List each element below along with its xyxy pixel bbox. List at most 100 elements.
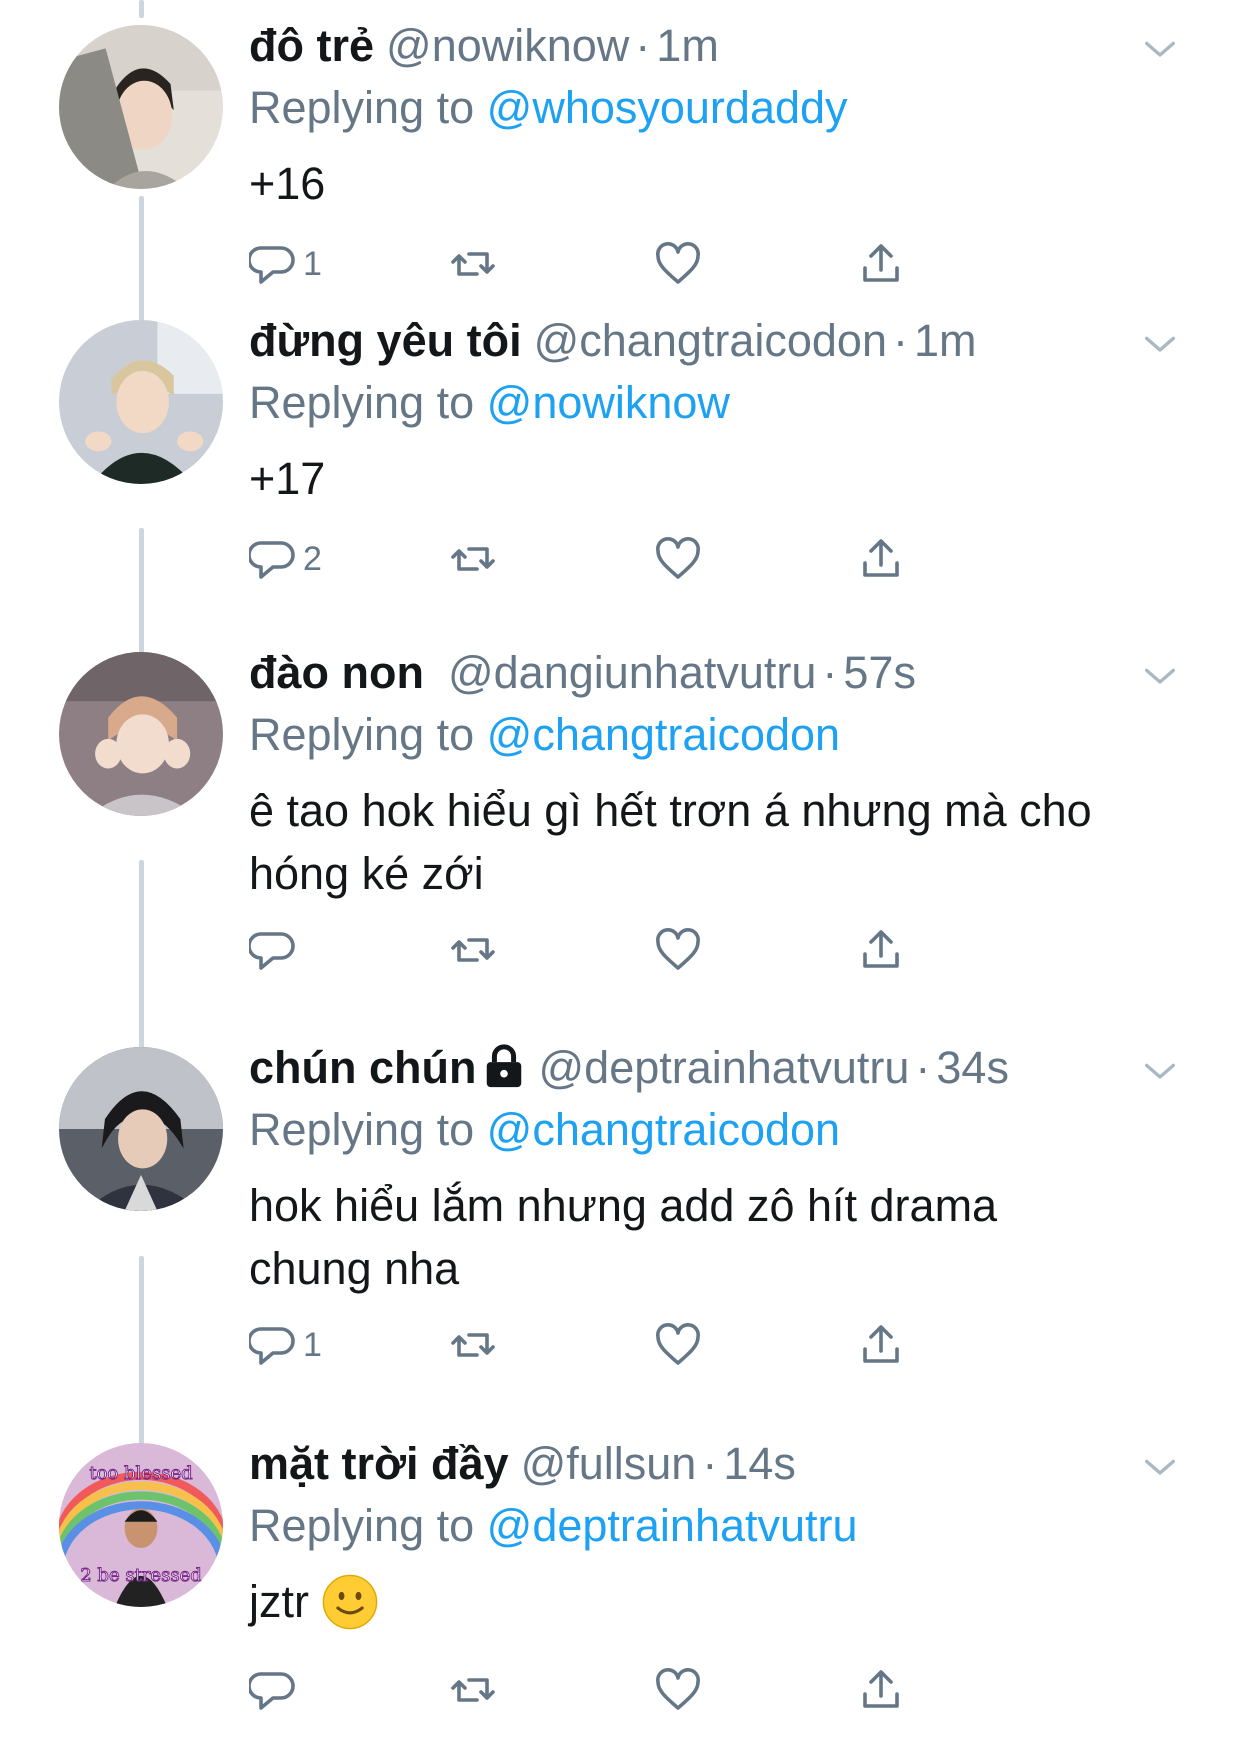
replying-to: Replying to @changtraicodon	[249, 703, 1149, 767]
share-icon	[863, 1325, 899, 1363]
replying-to-label: Replying to	[249, 709, 487, 760]
retweet-icon	[451, 938, 495, 962]
timestamp[interactable]: 57s	[843, 647, 916, 698]
share-button[interactable]	[857, 920, 905, 980]
display-name[interactable]: chún chún	[249, 1042, 476, 1093]
timestamp[interactable]: 1m	[656, 20, 719, 71]
like-button[interactable]	[654, 529, 702, 589]
tweet-text-line: ê tao hok hiểu gì hết trơn á nhưng mà ch…	[249, 785, 1092, 836]
tweet-text: +16	[249, 158, 326, 209]
user-handle[interactable]: @deptrainhatvutru	[538, 1042, 909, 1093]
avatar-photo: too blessed 2 be stressed	[59, 1443, 223, 1607]
tweet[interactable]: đô trẻ @nowiknow · 1m Replying to @whosyour…	[0, 0, 1242, 335]
replying-to: Replying to @nowiknow	[249, 371, 1149, 435]
replying-to-label: Replying to	[249, 82, 487, 133]
reply-button[interactable]: 2	[249, 529, 322, 589]
tweet-text-content: jztr	[249, 1576, 309, 1627]
mention-link[interactable]: @whosyourdaddy	[487, 82, 848, 133]
replying-to-label: Replying to	[249, 1500, 487, 1551]
share-icon	[863, 930, 899, 968]
share-button[interactable]	[857, 529, 905, 589]
reply-icon	[249, 246, 295, 284]
reply-count: 1	[303, 1325, 322, 1364]
replying-to-label: Replying to	[249, 1104, 487, 1155]
mention-link[interactable]: @deptrainhatvutru	[487, 1500, 858, 1551]
slightly-smiling-face-icon	[322, 1574, 378, 1630]
retweet-button[interactable]	[449, 529, 497, 589]
tweet-text: jztr	[249, 1570, 1169, 1633]
display-name[interactable]: đừng yêu tôi	[249, 315, 522, 366]
tweet[interactable]: đừng yêu tôi @changtraicodon · 1m Replying …	[0, 295, 1242, 630]
avatar[interactable]	[59, 652, 223, 816]
like-icon	[656, 928, 700, 970]
avatar[interactable]	[59, 25, 223, 189]
user-handle[interactable]: @changtraicodon	[534, 315, 887, 366]
reply-icon	[249, 932, 295, 970]
share-button[interactable]	[857, 1660, 905, 1720]
reply-button[interactable]	[249, 920, 303, 980]
like-button[interactable]	[654, 1315, 702, 1375]
separator-dot: ·	[822, 647, 838, 698]
mention-link[interactable]: @nowiknow	[487, 377, 730, 428]
retweet-icon	[451, 1678, 495, 1702]
like-icon	[656, 1668, 700, 1710]
like-button[interactable]	[654, 1660, 702, 1720]
chevron-down-icon[interactable]	[1140, 1448, 1180, 1488]
mention-link[interactable]: @changtraicodon	[487, 709, 840, 760]
tweet-thread: đô trẻ @nowiknow · 1m Replying to @whosyour…	[0, 0, 1242, 1764]
tweet[interactable]: chún chún @deptrainhatvutru · 34s Replying …	[0, 1022, 1242, 1417]
tweet-text-line: hóng ké zới	[249, 848, 484, 899]
display-name[interactable]: mặt trời đầy	[249, 1438, 509, 1489]
share-icon	[863, 244, 899, 282]
retweet-button[interactable]	[449, 1660, 497, 1720]
chevron-down-icon[interactable]	[1140, 325, 1180, 365]
chevron-down-icon[interactable]	[1140, 657, 1180, 697]
avatar-photo	[59, 25, 223, 189]
retweet-button[interactable]	[449, 1315, 497, 1375]
avatar[interactable]: too blessed 2 be stressed	[59, 1443, 223, 1607]
tweet[interactable]: đào non @dangiunhatvutru · 57s Replying to …	[0, 627, 1242, 1022]
tweet-actions	[249, 1660, 1009, 1720]
tweet[interactable]: too blessed 2 be stressed mặt trời đầy @f…	[0, 1418, 1242, 1764]
share-button[interactable]	[857, 1315, 905, 1375]
avatar[interactable]	[59, 1047, 223, 1211]
separator-dot: ·	[702, 1438, 718, 1489]
reply-count: 1	[303, 244, 322, 283]
tweet-actions: 2	[249, 529, 1009, 589]
tweet-actions	[249, 920, 1009, 980]
like-icon	[656, 537, 700, 579]
share-icon	[863, 1670, 899, 1708]
avatar-photo	[59, 1047, 223, 1211]
avatar-caption: 2 be stressed	[80, 1565, 202, 1586]
reply-button[interactable]: 1	[249, 1315, 322, 1375]
user-handle[interactable]: @fullsun	[521, 1438, 697, 1489]
mention-link[interactable]: @changtraicodon	[487, 1104, 840, 1155]
reply-button[interactable]: 1	[249, 234, 322, 294]
reply-button[interactable]	[249, 1660, 303, 1720]
timestamp[interactable]: 1m	[914, 315, 977, 366]
retweet-icon	[451, 547, 495, 571]
tweet-actions: 1	[249, 1315, 1009, 1375]
tweet-text-line: hok hiểu lắm nhưng add zô hít drama	[249, 1180, 998, 1231]
display-name[interactable]: đô trẻ	[249, 20, 374, 71]
timestamp[interactable]: 14s	[723, 1438, 796, 1489]
tweet-text: +17	[249, 453, 326, 504]
like-button[interactable]	[654, 234, 702, 294]
chevron-down-icon[interactable]	[1140, 1052, 1180, 1092]
user-handle[interactable]: @nowiknow	[386, 20, 629, 71]
tweet-text-line: chung nha	[249, 1243, 460, 1294]
replying-to: Replying to @changtraicodon	[249, 1098, 1149, 1162]
lock-icon	[487, 1044, 522, 1088]
display-name[interactable]: đào non	[249, 647, 424, 698]
timestamp[interactable]: 34s	[936, 1042, 1009, 1093]
retweet-button[interactable]	[449, 920, 497, 980]
like-icon	[656, 242, 700, 284]
retweet-button[interactable]	[449, 234, 497, 294]
share-button[interactable]	[857, 234, 905, 294]
reply-count: 2	[303, 539, 322, 578]
avatar[interactable]	[59, 320, 223, 484]
chevron-down-icon[interactable]	[1140, 30, 1180, 70]
user-handle[interactable]: @dangiunhatvutru	[448, 647, 816, 698]
retweet-icon	[451, 1333, 495, 1357]
like-button[interactable]	[654, 920, 702, 980]
